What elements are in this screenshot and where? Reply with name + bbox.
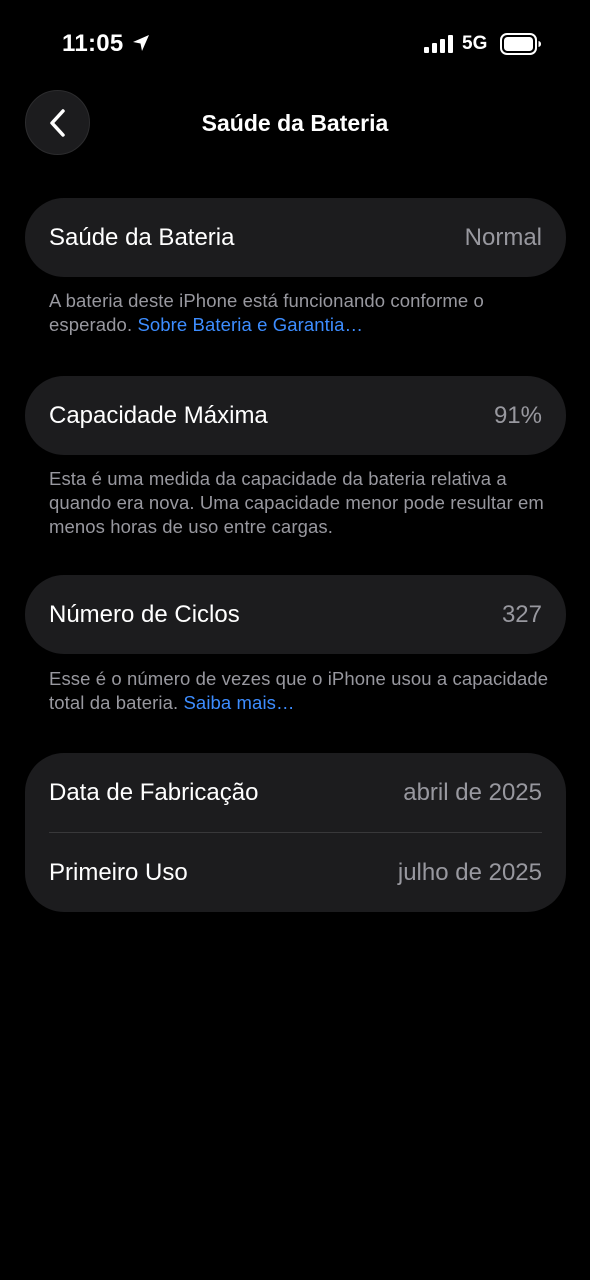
cycle-count-label: Número de Ciclos [49,600,240,628]
max-capacity-card: Capacidade Máxima 91% [25,376,566,455]
learn-more-link[interactable]: Saiba mais… [183,692,294,713]
battery-health-card: Saúde da Bateria Normal [25,198,566,277]
battery-health-footnote: A bateria deste iPhone está funcionando … [49,289,549,337]
max-capacity-footnote-text: Esta é uma medida da capacidade da bater… [49,468,544,537]
max-capacity-footnote: Esta é uma medida da capacidade da bater… [49,467,549,539]
manufacture-date-row: Data de Fabricação abril de 2025 [25,753,566,832]
location-arrow-icon [133,35,149,51]
status-time: 11:05 [62,30,124,57]
cycle-count-card: Número de Ciclos 327 [25,575,566,654]
first-use-label: Primeiro Uso [49,858,188,886]
battery-warranty-link[interactable]: Sobre Bateria e Garantia… [137,314,363,335]
max-capacity-label: Capacidade Máxima [49,401,268,429]
max-capacity-value: 91% [493,401,542,429]
cycle-count-value: 327 [501,600,542,628]
cycle-count-footnote-text: Esse é o número de vezes que o iPhone us… [49,668,549,713]
battery-icon [500,33,541,55]
battery-health-label: Saúde da Bateria [49,223,235,251]
manufacture-date-value: abril de 2025 [403,778,542,806]
first-use-value: julho de 2025 [397,858,542,886]
status-bar: 11:05 5G [0,0,590,90]
max-capacity-row: Capacidade Máxima 91% [25,376,566,455]
cycle-count-footnote: Esse é o número de vezes que o iPhone us… [49,667,549,715]
page-title: Saúde da Bateria [201,110,389,136]
battery-health-value: Normal [464,223,542,251]
dates-card: Data de Fabricação abril de 2025 Primeir… [25,753,566,912]
cycle-count-row: Número de Ciclos 327 [25,575,566,654]
manufacture-date-label: Data de Fabricação [49,778,259,806]
network-type-label: 5G [462,33,488,54]
cellular-signal-icon [424,35,453,53]
battery-health-row: Saúde da Bateria Normal [25,198,566,277]
first-use-row: Primeiro Uso julho de 2025 [25,833,566,912]
